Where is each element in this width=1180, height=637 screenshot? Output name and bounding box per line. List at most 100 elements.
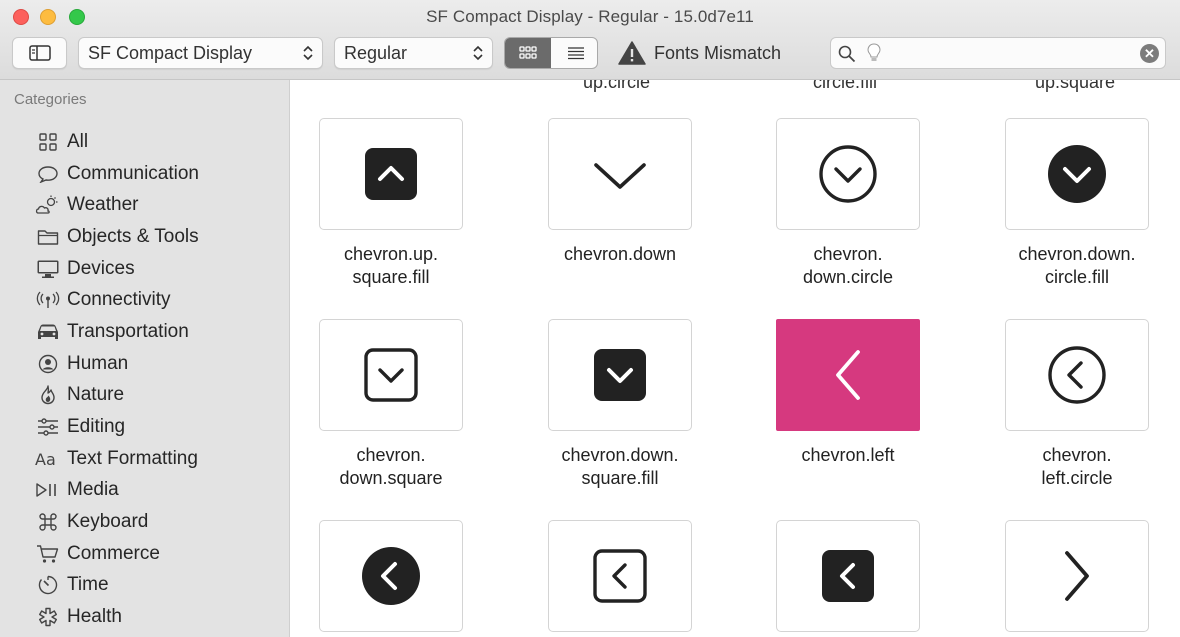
sidebar: Categories All Communication Weather Obj… xyxy=(0,80,290,637)
sidebar-item-label: Connectivity xyxy=(67,289,171,311)
sidebar-item-time[interactable]: Time xyxy=(35,570,199,602)
sidebar-item-label: Editing xyxy=(67,416,126,438)
sidebar-item-nature[interactable]: Nature xyxy=(35,380,199,412)
flame-icon xyxy=(35,384,61,406)
sidebar-item-label: Nature xyxy=(67,384,125,406)
sidebar-item-label: Text Formatting xyxy=(67,447,198,469)
antenna-icon xyxy=(35,289,61,311)
sidebar-item-label: Devices xyxy=(67,257,135,279)
sidebar-icon xyxy=(29,45,51,61)
chevron-down-square-fill-icon xyxy=(594,349,646,401)
sidebar-item-text-formatting[interactable]: Aa Text Formatting xyxy=(35,443,199,475)
partial-symbol-name: circle.fill xyxy=(813,80,878,92)
textformat-icon: Aa xyxy=(35,448,61,470)
font-style-select[interactable]: Regular xyxy=(334,37,493,69)
playpause-icon xyxy=(35,479,61,501)
sidebar-item-label: Time xyxy=(67,574,109,596)
sidebar-item-label: Transportation xyxy=(67,320,189,342)
symbol-grid: up.circle circle.fill up.square chevron.… xyxy=(291,80,1180,637)
sidebar-item-label: Human xyxy=(67,352,129,374)
search-input[interactable] xyxy=(889,42,1129,64)
grid-view-icon xyxy=(519,46,537,59)
symbol-name: chevron.left xyxy=(801,445,895,465)
symbol-tile[interactable] xyxy=(548,319,692,431)
symbol-tile[interactable] xyxy=(776,520,920,632)
sidebar-item-label: Commerce xyxy=(67,542,160,564)
list-view-button[interactable] xyxy=(552,38,597,68)
fonts-mismatch-button[interactable]: Fonts Mismatch xyxy=(618,37,781,69)
view-mode-segmented-control xyxy=(504,37,598,69)
symbol-tile[interactable] xyxy=(1005,520,1149,632)
staroflife-icon xyxy=(35,606,61,628)
font-family-value: SF Compact Display xyxy=(88,43,253,63)
sidebar-item-keyboard[interactable]: Keyboard xyxy=(35,506,199,538)
sidebar-item-label: Objects & Tools xyxy=(67,225,199,247)
app-window: SF Compact Display - Regular - 15.0d7e11… xyxy=(0,0,1180,637)
chevron-updown-icon xyxy=(473,45,483,61)
chevron-right-icon xyxy=(1065,551,1089,601)
chevron-left-circle-icon xyxy=(1048,346,1106,404)
chevron-down-icon xyxy=(594,163,646,189)
titlebar: SF Compact Display - Regular - 15.0d7e11… xyxy=(0,0,1180,80)
sidebar-item-label: Communication xyxy=(67,162,199,184)
sidebar-item-editing[interactable]: Editing xyxy=(35,411,199,443)
symbol-tile[interactable] xyxy=(548,118,692,230)
sidebar-item-health[interactable]: Health xyxy=(35,601,199,633)
sidebar-item-all[interactable]: All xyxy=(35,126,199,158)
sliders-icon xyxy=(35,416,61,438)
display-icon xyxy=(35,258,61,280)
sidebar-item-label: Keyboard xyxy=(67,511,149,533)
partial-symbol-name: up.square xyxy=(1035,80,1116,92)
search-field[interactable]: ✕ xyxy=(830,37,1166,69)
cloud-sun-icon xyxy=(35,194,61,216)
grid-view-button[interactable] xyxy=(505,38,551,68)
sidebar-item-transportation[interactable]: Transportation xyxy=(35,316,199,348)
window-title: SF Compact Display - Regular - 15.0d7e11 xyxy=(426,7,754,26)
symbol-name: chevron.down. square.fill xyxy=(561,445,679,488)
warning-triangle-icon xyxy=(618,41,646,65)
symbol-name: chevron.down. circle.fill xyxy=(1018,244,1136,287)
font-style-value: Regular xyxy=(344,43,408,63)
folder-icon xyxy=(35,226,61,248)
lightbulb-icon xyxy=(867,43,881,61)
search-icon xyxy=(838,45,856,63)
car-icon xyxy=(35,321,61,343)
chevron-left-square-icon xyxy=(593,549,647,603)
fonts-mismatch-label: Fonts Mismatch xyxy=(654,42,782,63)
sidebar-item-media[interactable]: Media xyxy=(35,475,199,507)
sidebar-item-label: Weather xyxy=(67,194,139,216)
sidebar-item-commerce[interactable]: Commerce xyxy=(35,538,199,570)
chevron-left-circle-fill-icon xyxy=(362,547,420,605)
sidebar-item-objects-tools[interactable]: Objects & Tools xyxy=(35,221,199,253)
sidebar-item-devices[interactable]: Devices xyxy=(35,253,199,285)
svg-text:Aa: Aa xyxy=(35,450,56,468)
symbol-tile[interactable] xyxy=(1005,319,1149,431)
symbol-name: chevron.up. square.fill xyxy=(343,244,439,287)
symbol-name: chevron. down.circle xyxy=(802,244,894,287)
symbol-tile[interactable] xyxy=(319,520,463,632)
sidebar-item-human[interactable]: Human xyxy=(35,348,199,380)
symbol-name: chevron. left.circle xyxy=(1041,445,1113,488)
chevron-left-square-fill-icon xyxy=(822,550,874,602)
font-family-select[interactable]: SF Compact Display xyxy=(78,37,323,69)
symbol-tile[interactable] xyxy=(776,118,920,230)
symbol-tile-selected[interactable] xyxy=(776,319,920,431)
sidebar-item-label: All xyxy=(67,130,89,152)
toggle-sidebar-button[interactable] xyxy=(12,37,67,69)
symbol-tile[interactable] xyxy=(1005,118,1149,230)
symbol-name: chevron. down.square xyxy=(339,445,443,488)
person-circle-icon xyxy=(35,353,61,375)
sidebar-item-weather[interactable]: Weather xyxy=(35,189,199,221)
chevron-down-circle-icon xyxy=(819,145,877,203)
chevron-updown-icon xyxy=(303,45,313,61)
sidebar-item-communication[interactable]: Communication xyxy=(35,158,199,190)
clear-search-button[interactable]: ✕ xyxy=(1140,44,1159,63)
symbol-tile[interactable] xyxy=(319,319,463,431)
symbol-name: chevron.down xyxy=(563,244,677,264)
grid-icon xyxy=(35,131,61,153)
sidebar-item-connectivity[interactable]: Connectivity xyxy=(35,284,199,316)
timer-icon xyxy=(35,574,61,596)
symbol-tile[interactable] xyxy=(548,520,692,632)
chevron-down-square-icon xyxy=(364,348,418,402)
symbol-tile[interactable] xyxy=(319,118,463,230)
